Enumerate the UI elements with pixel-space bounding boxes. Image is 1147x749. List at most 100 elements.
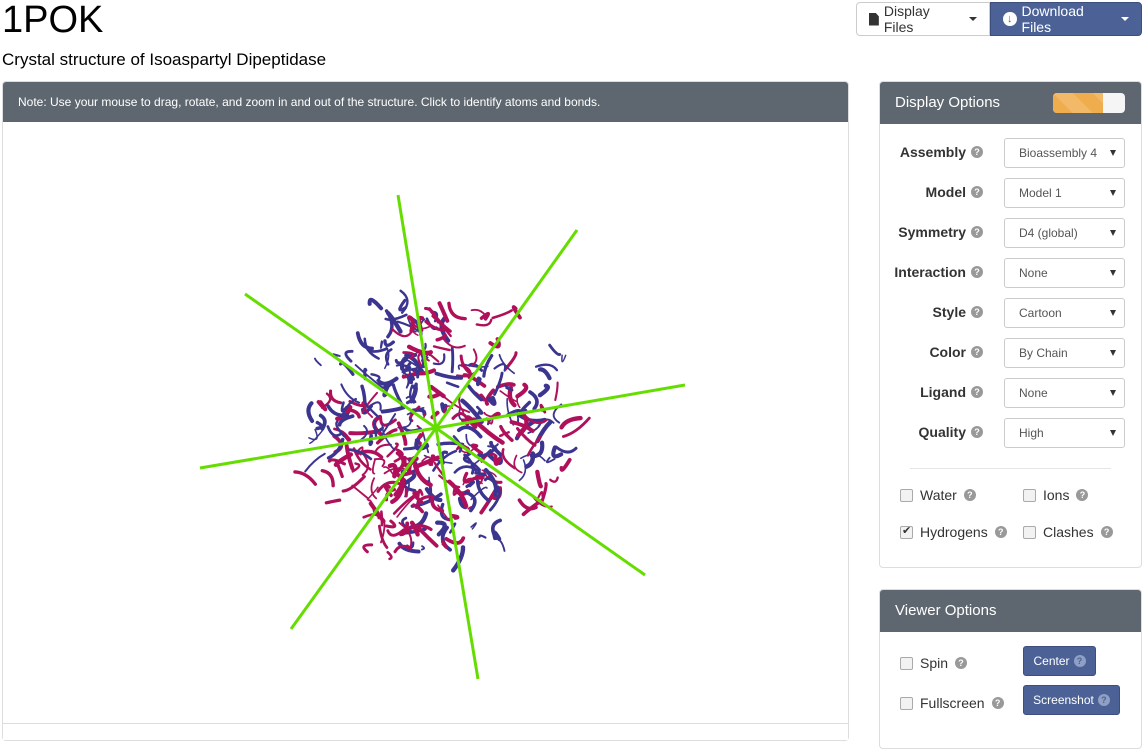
- protein-ribbon: [409, 347, 431, 353]
- dropdown-arrow-icon: [1110, 350, 1116, 356]
- fullscreen-checkbox[interactable]: Fullscreen ?: [900, 695, 1004, 711]
- option-row-color: Color? By Chain: [880, 338, 1141, 368]
- protein-ribbon: [459, 427, 481, 436]
- protein-ribbon: [414, 493, 421, 503]
- protein-ribbon: [346, 351, 352, 361]
- ions-checkbox-box[interactable]: [1023, 489, 1036, 502]
- screenshot-label: Screenshot: [1033, 693, 1094, 707]
- option-row-ligand: Ligand?None: [880, 378, 1141, 408]
- spin-checkbox-box[interactable]: [900, 657, 913, 670]
- protein-ribbon: [556, 447, 576, 452]
- protein-ribbon: [295, 472, 315, 484]
- help-icon[interactable]: ?: [971, 306, 983, 318]
- protein-ribbon: [400, 300, 406, 310]
- molecule-render[interactable]: [3, 122, 848, 722]
- option-row-interaction: Interaction?None: [880, 258, 1141, 288]
- protein-ribbon: [478, 481, 489, 500]
- help-icon[interactable]: ?: [971, 226, 983, 238]
- color-select[interactable]: By Chain: [1004, 338, 1125, 368]
- clashes-checkbox[interactable]: Clashes ?: [1023, 524, 1113, 540]
- color-label: Color?: [929, 344, 983, 360]
- display-options-title: Display Options: [895, 94, 1000, 111]
- quality-select[interactable]: High: [1004, 418, 1125, 448]
- protein-ribbon: [386, 521, 394, 527]
- protein-ribbon: [449, 303, 465, 318]
- symmetry-axes: [200, 195, 685, 679]
- water-label: Water: [920, 487, 957, 503]
- page-title: 1POK: [2, 0, 103, 42]
- protein-ribbon: [329, 440, 343, 458]
- protein-ribbon: [383, 407, 404, 411]
- water-checkbox-box[interactable]: [900, 489, 913, 502]
- help-icon[interactable]: ?: [971, 386, 983, 398]
- symmetry-select[interactable]: D4 (global): [1004, 218, 1125, 248]
- protein-ribbon: [482, 314, 489, 319]
- protein-ribbon: [495, 458, 499, 464]
- symmetry-axis-line: [200, 428, 436, 468]
- protein-ribbon: [315, 359, 321, 366]
- protein-ribbon: [373, 460, 375, 474]
- spin-checkbox[interactable]: Spin ?: [900, 655, 967, 671]
- dropdown-arrow-icon: [1110, 390, 1116, 396]
- fullscreen-checkbox-box[interactable]: [900, 697, 913, 710]
- help-icon[interactable]: ?: [971, 266, 983, 278]
- molecule-canvas[interactable]: [3, 122, 848, 740]
- protein-ribbon: [370, 300, 382, 309]
- center-button[interactable]: Center ?: [1023, 646, 1096, 676]
- protein-ribbon: [495, 539, 504, 551]
- display-files-button[interactable]: Display Files: [856, 2, 990, 36]
- quality-selected-value: High: [1019, 426, 1044, 440]
- style-label-text: Style: [933, 304, 966, 320]
- help-icon[interactable]: ?: [1101, 526, 1113, 538]
- protein-ribbon: [478, 378, 480, 384]
- protein-ribbon: [308, 403, 312, 421]
- model-select[interactable]: Model 1: [1004, 178, 1125, 208]
- help-icon[interactable]: ?: [971, 426, 983, 438]
- file-actions: Display Files ↓ Download Files: [856, 2, 1142, 36]
- clashes-label: Clashes: [1043, 524, 1094, 540]
- hydrogens-checkbox-box[interactable]: [900, 526, 913, 539]
- protein-ribbon: [322, 471, 333, 486]
- help-icon[interactable]: ?: [992, 697, 1004, 709]
- download-files-label: Download Files: [1022, 3, 1114, 35]
- ligand-select[interactable]: None: [1004, 378, 1125, 408]
- option-row-symmetry: Symmetry?D4 (global): [880, 218, 1141, 248]
- help-icon[interactable]: ?: [971, 186, 983, 198]
- protein-ribbon: [321, 416, 325, 429]
- ligand-selected-value: None: [1019, 386, 1048, 400]
- protein-ribbon: [469, 386, 481, 399]
- help-icon[interactable]: ?: [955, 657, 967, 669]
- center-label: Center: [1033, 654, 1069, 668]
- protein-ribbon: [476, 477, 483, 478]
- hydrogens-checkbox[interactable]: Hydrogens ?: [900, 524, 1007, 540]
- style-select[interactable]: Cartoon: [1004, 298, 1125, 328]
- water-checkbox[interactable]: Water ?: [900, 487, 976, 503]
- help-icon[interactable]: ?: [971, 346, 983, 358]
- display-options-header: Display Options: [880, 82, 1141, 124]
- options-divider: [910, 468, 1111, 469]
- display-options-panel: Display Options Assembly?Bioassembly 4Mo…: [879, 81, 1142, 568]
- loading-progress: [1053, 93, 1125, 113]
- style-selected-value: Cartoon: [1019, 306, 1062, 320]
- assembly-select[interactable]: Bioassembly 4: [1004, 138, 1125, 168]
- protein-ribbon: [561, 460, 569, 470]
- protein-ribbon: [476, 473, 485, 475]
- ions-checkbox[interactable]: Ions ?: [1023, 487, 1088, 503]
- protein-ribbon: [422, 546, 424, 549]
- clashes-checkbox-box[interactable]: [1023, 526, 1036, 539]
- help-icon[interactable]: ?: [995, 526, 1007, 538]
- help-icon[interactable]: ?: [971, 146, 983, 158]
- interaction-select[interactable]: None: [1004, 258, 1125, 288]
- protein-ribbon: [418, 528, 436, 546]
- dropdown-arrow-icon: [1110, 230, 1116, 236]
- help-icon[interactable]: ?: [964, 489, 976, 501]
- protein-ribbon: [540, 386, 548, 395]
- download-files-button[interactable]: ↓ Download Files: [990, 2, 1142, 36]
- protein-ribbon: [540, 369, 550, 378]
- dropdown-arrow-icon: [1110, 150, 1116, 156]
- screenshot-button[interactable]: Screenshot ?: [1023, 685, 1120, 715]
- dropdown-arrow-icon: [1110, 430, 1116, 436]
- model-label: Model?: [926, 184, 983, 200]
- help-icon[interactable]: ?: [1076, 489, 1088, 501]
- protein-ribbon: [550, 345, 560, 354]
